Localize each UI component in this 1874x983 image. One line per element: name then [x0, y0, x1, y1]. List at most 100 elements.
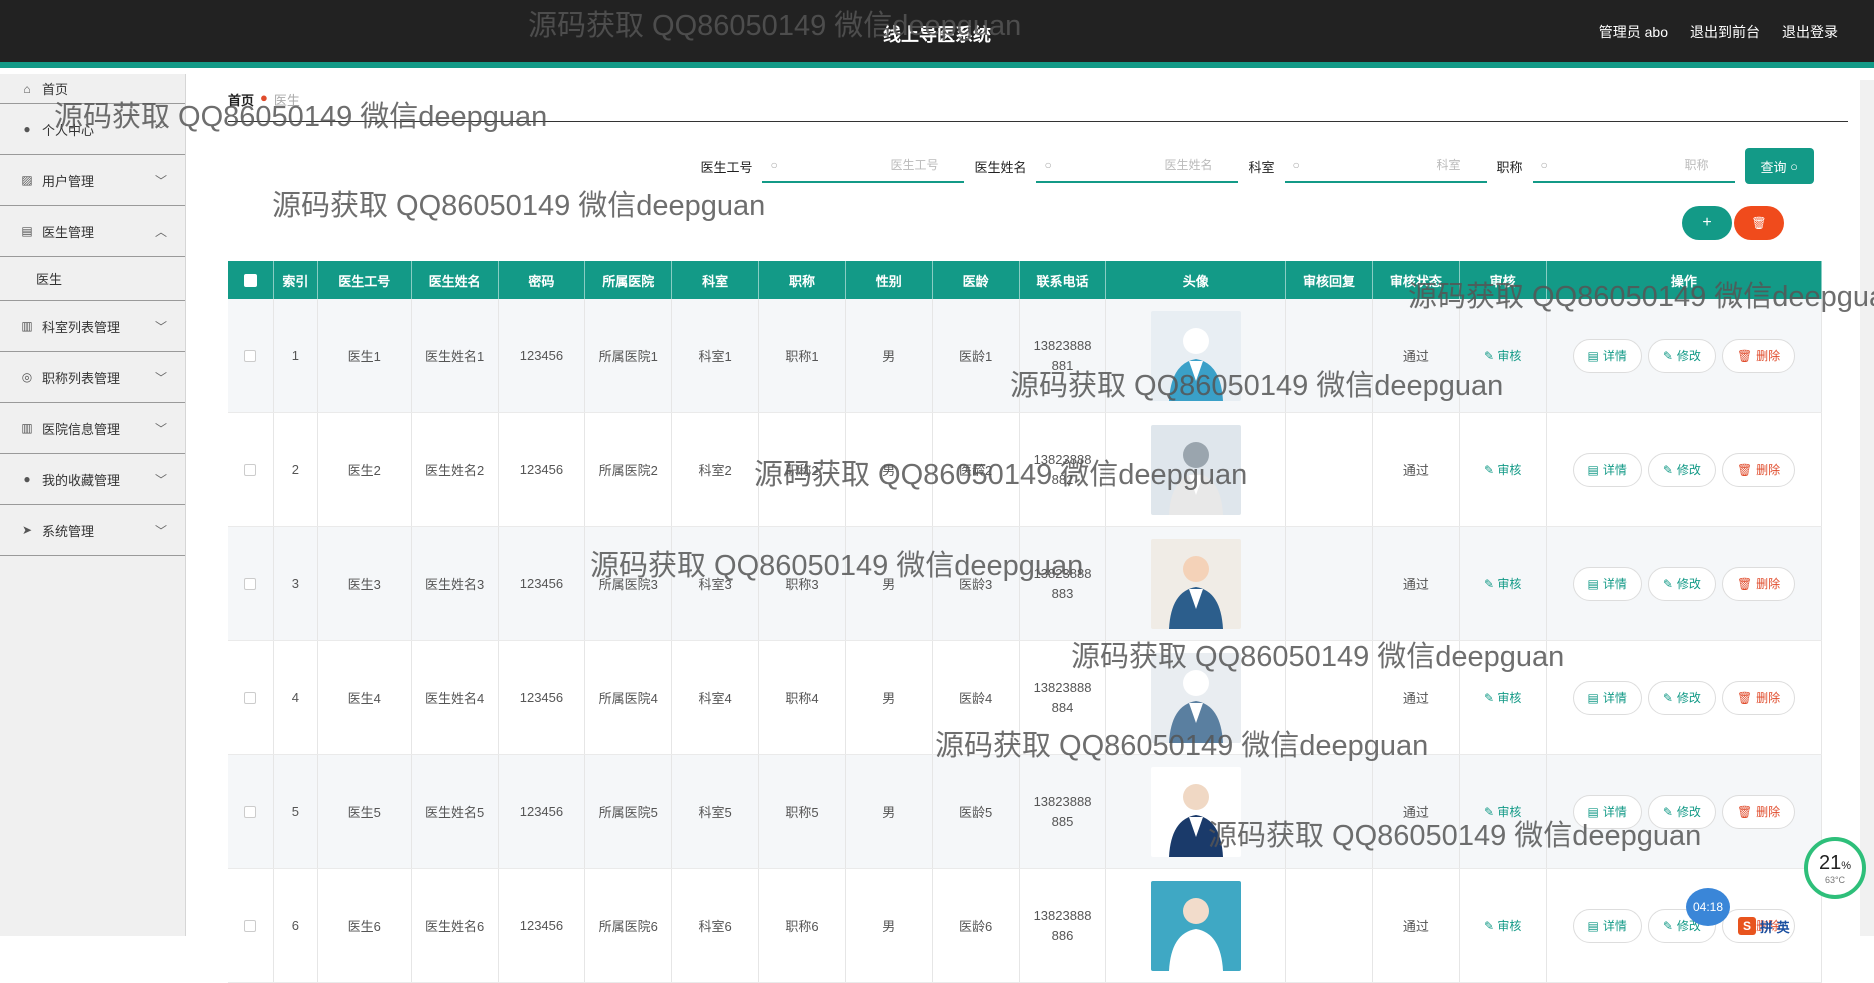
delete-button[interactable]: 🗑删除	[1721, 338, 1796, 373]
compass-icon: ◎	[21, 370, 33, 384]
query-button[interactable]: 查询 ○	[1744, 148, 1814, 184]
search-label-title: 职称	[1496, 159, 1523, 175]
row-checkbox[interactable]	[244, 577, 257, 590]
cell-pwd: 123456	[499, 755, 586, 868]
admin-user-label: 管理员 abo	[1598, 24, 1668, 40]
document-icon: ▤	[1587, 804, 1599, 819]
detail-button[interactable]: ▤ 详情	[1572, 338, 1642, 373]
sidebar-item-hospitals[interactable]: ▥ 医院信息管理 ﹀	[0, 403, 185, 454]
delete-label: 删除	[1756, 577, 1781, 591]
cell-value: 医生姓名1	[424, 349, 485, 364]
cell-avatar	[1106, 413, 1287, 526]
cell-value: 科室5	[698, 805, 732, 820]
delete-button[interactable]: 🗑删除	[1721, 566, 1796, 601]
edit-button[interactable]: ✎ 修改	[1647, 680, 1716, 715]
cell-gender: 男	[846, 413, 933, 526]
edit-button[interactable]: ✎ 修改	[1647, 452, 1716, 487]
ime-toolbar[interactable]: S 拼 英	[1738, 916, 1790, 936]
sidebar-subitem-doctor[interactable]: 医生	[0, 257, 185, 301]
cell-value: 所属医院4	[598, 691, 658, 706]
title-input[interactable]	[1532, 149, 1735, 181]
row-checkbox[interactable]	[244, 919, 257, 932]
audit-link[interactable]: ✎ 审核	[1484, 803, 1521, 820]
row-checkbox[interactable]	[244, 463, 257, 476]
cell-name: 医生姓名4	[412, 641, 499, 754]
cell-id: 医生1	[318, 299, 412, 412]
chevron-down-icon: ﹀	[154, 123, 167, 137]
cell-pwd: 123456	[499, 641, 586, 754]
breadcrumb-home[interactable]: 首页	[228, 90, 254, 109]
department-input[interactable]	[1284, 149, 1487, 181]
sidebar-item-personal[interactable]: ● 个人中心 ﹀	[0, 104, 185, 155]
col-header: 医生姓名	[412, 261, 499, 299]
cell-age: 医龄3	[933, 527, 1020, 640]
table-row: 3 医生3 医生姓名3 123456 所属医院3 科室3 职称3 男 医龄3 1382388888…	[228, 527, 1823, 641]
delete-button[interactable]: 🗑删除	[1721, 794, 1796, 829]
delete-button[interactable]: 🗑删除	[1721, 452, 1796, 487]
detail-button[interactable]: ▤ 详情	[1572, 566, 1642, 601]
document-icon: ▤	[1587, 576, 1599, 591]
audit-link[interactable]: ✎ 审核	[1484, 347, 1521, 364]
logout-link[interactable]: 退出登录	[1782, 22, 1838, 42]
audit-link[interactable]: ✎ 审核	[1484, 689, 1521, 706]
doctor-id-input[interactable]	[762, 149, 965, 181]
chevron-down-icon: ﹀	[154, 524, 167, 538]
search-icon: ○	[1540, 158, 1548, 172]
sidebar-item-doctors[interactable]: ▤ 医生管理 ︿	[0, 206, 185, 257]
detail-button[interactable]: ▤ 详情	[1572, 794, 1642, 829]
edit-button[interactable]: ✎ 修改	[1647, 794, 1716, 829]
cell-status: 通过	[1373, 527, 1460, 640]
cell-value: 男	[882, 577, 896, 592]
cell-phone: 13823888881	[1020, 299, 1107, 412]
cell-status: 通过	[1373, 641, 1460, 754]
breadcrumb: 首页 ● 医生	[228, 90, 1848, 122]
status-text: 通过	[1402, 805, 1429, 820]
exit-to-front-link[interactable]: 退出到前台	[1690, 22, 1760, 42]
col-header: 索引	[274, 261, 318, 299]
sidebar-item-system[interactable]: ➤ 系统管理 ﹀	[0, 505, 185, 556]
cell-avatar	[1106, 299, 1287, 412]
table-body: 1 医生1 医生姓名1 123456 所属医院1 科室1 职称1 男 医龄1 1382388888…	[228, 299, 1823, 983]
cell-idx: 1	[274, 299, 318, 412]
row-checkbox[interactable]	[244, 349, 257, 362]
add-button[interactable]: +	[1682, 206, 1732, 240]
sidebar-item-users[interactable]: ▨ 用户管理 ﹀	[0, 155, 185, 206]
col-header: 头像	[1106, 261, 1287, 299]
audit-link[interactable]: ✎ 审核	[1484, 917, 1521, 934]
delete-button[interactable]: 🗑删除	[1721, 680, 1796, 715]
table-row: 2 医生2 医生姓名2 123456 所属医院2 科室2 职称2 男 医龄2 1382388888…	[228, 413, 1823, 527]
cell-value: 医生1	[347, 349, 381, 364]
cell-phone: 13823888884	[1020, 641, 1107, 754]
cell-title: 职称1	[759, 299, 846, 412]
cell-gender: 男	[846, 527, 933, 640]
clipboard-icon: ▤	[21, 224, 33, 238]
detail-button[interactable]: ▤ 详情	[1572, 680, 1642, 715]
chart-icon: ▨	[21, 173, 33, 187]
send-icon: ➤	[21, 523, 33, 537]
audit-link[interactable]: ✎ 审核	[1484, 575, 1521, 592]
delete-label: 删除	[1756, 805, 1781, 819]
audit-link[interactable]: ✎ 审核	[1484, 461, 1521, 478]
edit-button[interactable]: ✎ 修改	[1647, 566, 1716, 601]
doctor-avatar-image	[1150, 766, 1241, 857]
cell-hospital: 所属医院3	[585, 527, 673, 640]
edit-icon: ✎	[1483, 805, 1498, 819]
row-checkbox[interactable]	[244, 691, 257, 704]
delete-label: 删除	[1756, 349, 1781, 363]
sidebar-item-favorites[interactable]: ● 我的收藏管理 ﹀	[0, 454, 185, 505]
row-checkbox[interactable]	[244, 805, 257, 818]
cpu-unit: %	[1841, 859, 1852, 872]
sidebar-item-home[interactable]: ⌂ 首页	[0, 74, 185, 104]
select-all-checkbox[interactable]	[243, 273, 257, 287]
batch-delete-button[interactable]: 🗑	[1734, 206, 1784, 240]
edit-button[interactable]: ✎ 修改	[1647, 338, 1716, 373]
sidebar-item-departments[interactable]: ▥ 科室列表管理 ﹀	[0, 301, 185, 352]
table-header: 索引 医生工号 医生姓名 密码 所属医院 科室 职称 性别 医龄 联系电话 头像…	[228, 261, 1823, 299]
search-label-dept: 科室	[1248, 159, 1275, 175]
cpu-monitor-widget[interactable]: 21% 63°C	[1804, 837, 1866, 899]
detail-button[interactable]: ▤ 详情	[1572, 908, 1642, 943]
sidebar-item-titles[interactable]: ◎ 职称列表管理 ﹀	[0, 352, 185, 403]
page-scrollbar[interactable]	[1860, 80, 1874, 936]
doctor-name-input[interactable]	[1036, 149, 1239, 181]
detail-button[interactable]: ▤ 详情	[1572, 452, 1642, 487]
